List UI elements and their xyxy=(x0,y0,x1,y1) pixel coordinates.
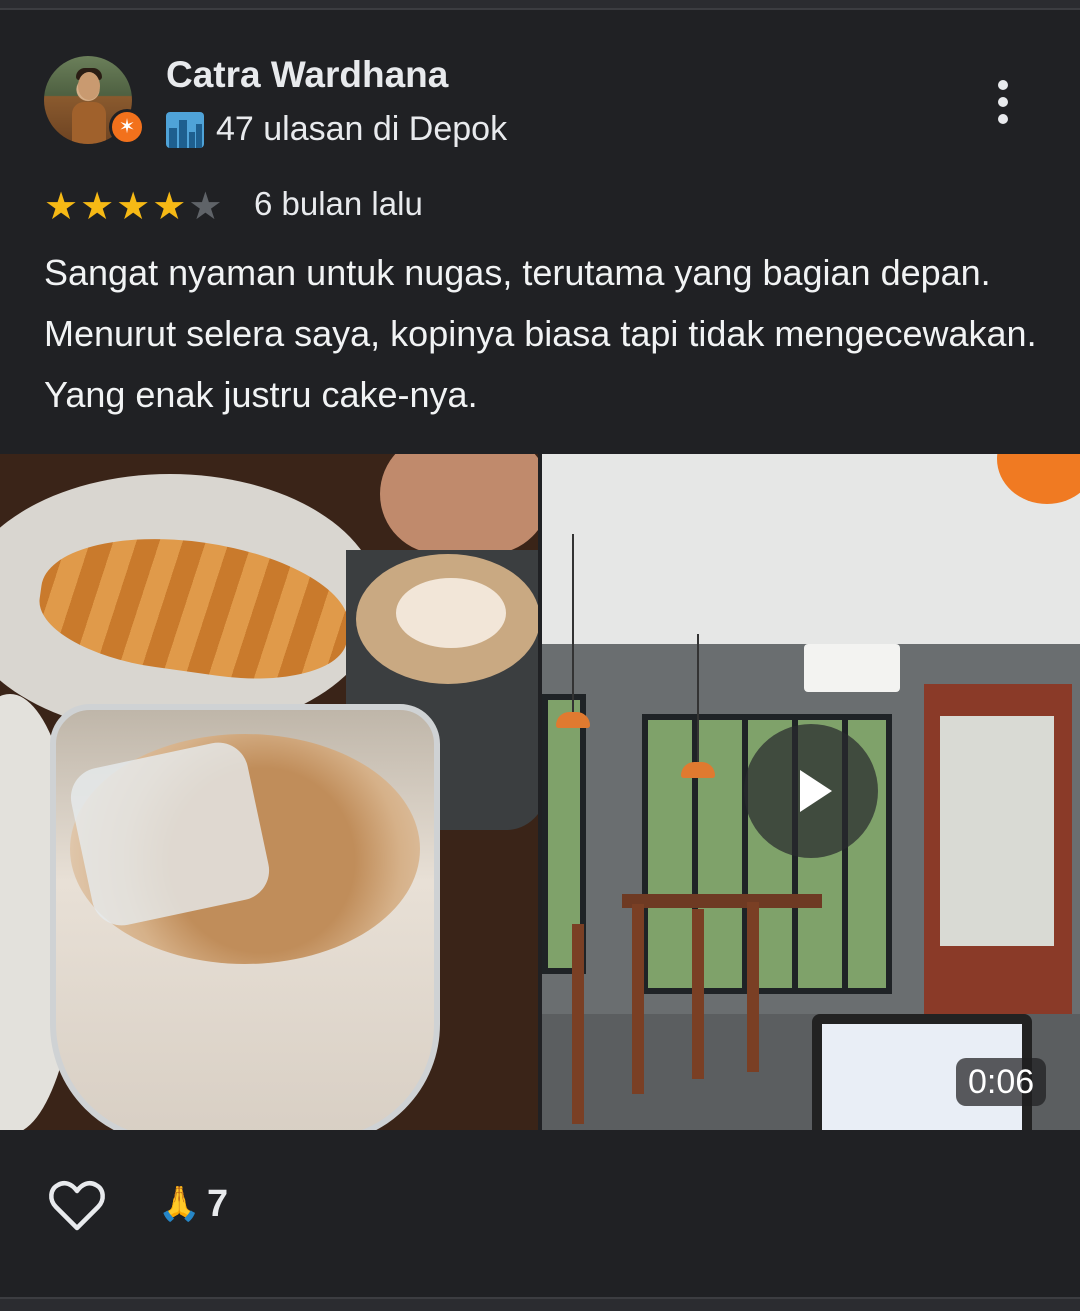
review-text: Sangat nyaman untuk nugas, terutama yang… xyxy=(44,252,1037,415)
star-icon: ★ xyxy=(44,186,79,228)
more-options-icon[interactable] xyxy=(988,78,1018,126)
top-divider xyxy=(0,0,1080,10)
local-guide-star-icon: ✶ xyxy=(109,109,145,145)
reaction-count: 7 xyxy=(207,1183,229,1225)
review-time: 6 bulan lalu xyxy=(254,185,423,222)
review-photo[interactable] xyxy=(0,454,538,1130)
star-icon: ★ xyxy=(152,186,187,228)
city-skyline-icon xyxy=(166,112,204,148)
bottom-divider xyxy=(0,1297,1080,1311)
reviewer-name[interactable]: Catra Wardhana xyxy=(166,54,448,96)
star-empty-icon: ★ xyxy=(188,186,223,228)
play-video-icon[interactable] xyxy=(744,724,878,858)
star-icon: ★ xyxy=(116,186,151,228)
video-duration: 0:06 xyxy=(956,1058,1047,1106)
star-rating: ★ ★ ★ ★ ★ xyxy=(44,188,222,226)
reviewer-review-count[interactable]: 47 ulasan di Depok xyxy=(216,110,507,149)
pray-reaction-icon[interactable]: 🙏 xyxy=(158,1180,200,1228)
heart-outline-icon[interactable] xyxy=(48,1178,106,1234)
star-icon: ★ xyxy=(80,186,115,228)
